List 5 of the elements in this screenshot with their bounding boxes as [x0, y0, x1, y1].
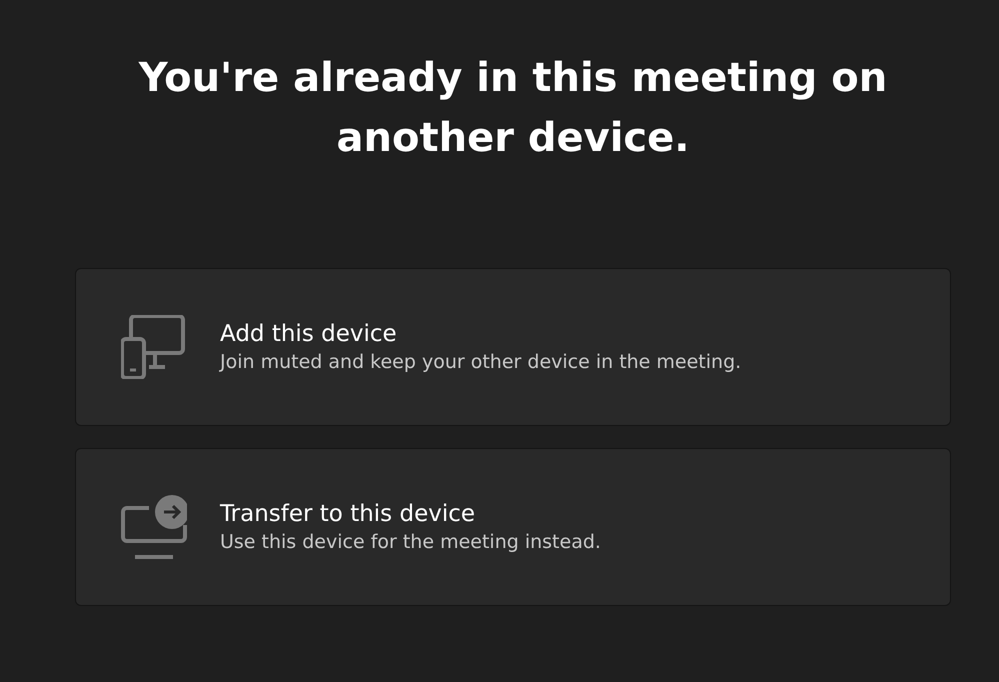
option-button[interactable]: Add this device Join muted and keep your other device in the meeting. [75, 268, 951, 426]
heading: You're already in this meeting on another device. [138, 54, 888, 163]
devices-icon [121, 315, 187, 379]
monitor-arrow-icon [121, 495, 187, 559]
option-button[interactable]: Transfer to this device Use this device for the meeting instead. [75, 448, 951, 606]
